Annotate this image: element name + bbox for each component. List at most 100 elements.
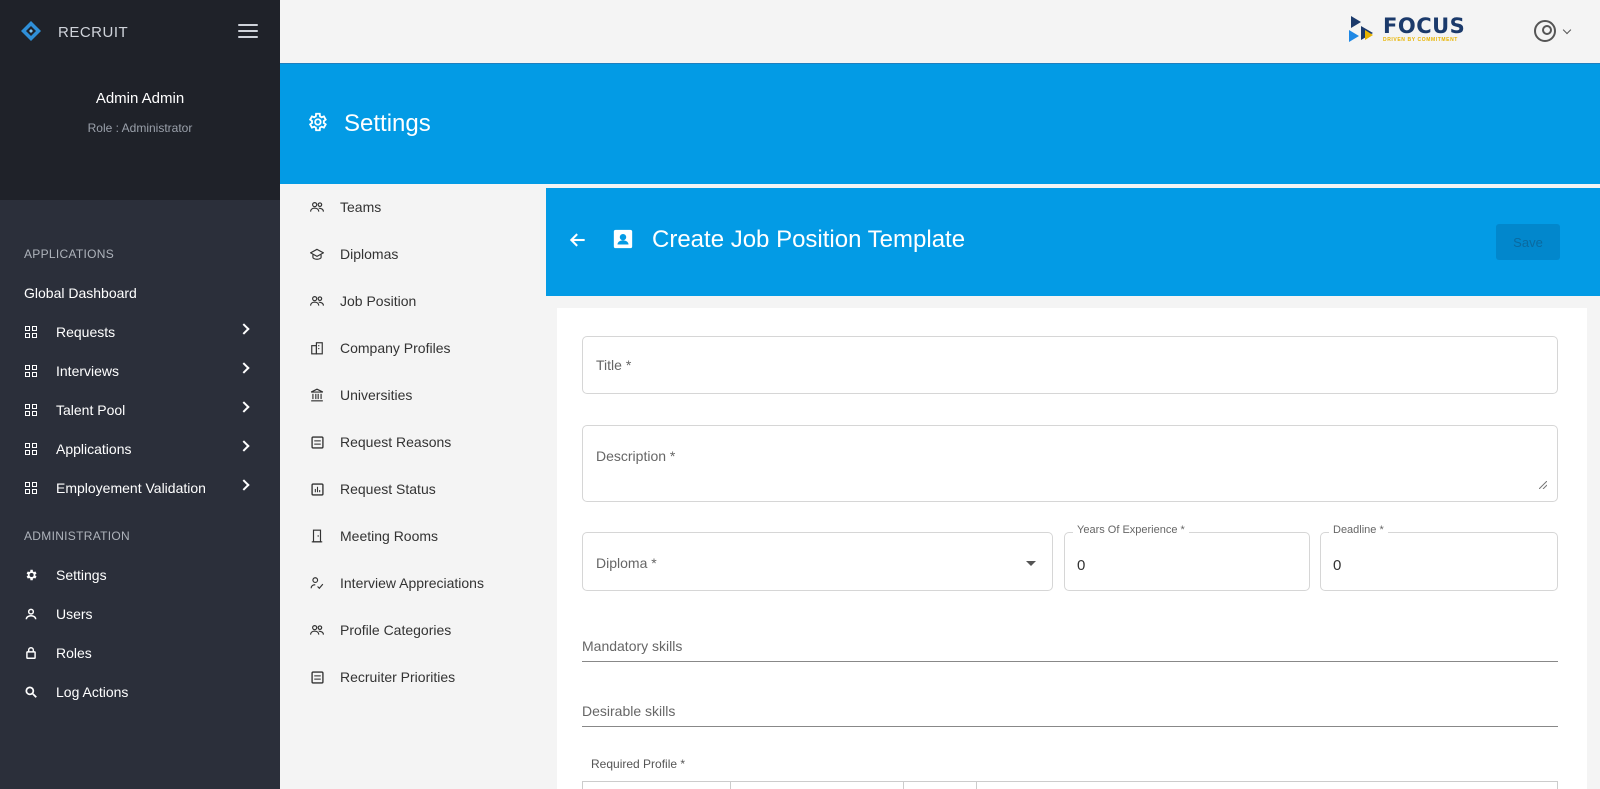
settings-nav-diplomas[interactable]: Diplomas	[280, 236, 546, 272]
mandatory-skills-placeholder: Mandatory skills	[582, 638, 683, 654]
years-of-experience-field[interactable]: Years Of Experience * 0	[1064, 524, 1310, 591]
grid-icon	[24, 403, 38, 417]
years-of-experience-label: Years Of Experience *	[1073, 524, 1189, 536]
recruit-logo-icon	[20, 20, 44, 44]
settings-nav-profile-categories[interactable]: Profile Categories	[280, 612, 546, 648]
chevron-right-icon	[238, 362, 250, 374]
sidebar-item-users[interactable]: Users	[0, 596, 280, 632]
mandatory-skills-field[interactable]: Mandatory skills	[582, 638, 1558, 662]
sidebar-item-employement-validation[interactable]: Employement Validation	[0, 470, 280, 506]
gear-icon	[306, 111, 328, 138]
settings-nav-label: Job Position	[340, 293, 417, 309]
deadline-field[interactable]: Deadline * 0	[1320, 524, 1558, 591]
gear-icon	[24, 568, 38, 582]
brand[interactable]: RECRUIT	[20, 20, 128, 44]
sidebar-item-label: Interviews	[56, 363, 120, 379]
form-title: Create Job Position Template	[652, 226, 966, 253]
person-check-icon	[310, 576, 324, 590]
user-role: Role : Administrator	[87, 121, 193, 135]
form-header: Create Job Position Template Save	[546, 188, 1600, 296]
deadline-label: Deadline *	[1329, 524, 1388, 536]
grid-icon	[24, 481, 38, 495]
door-icon	[310, 529, 324, 543]
sidebar-item-interviews[interactable]: Interviews	[0, 353, 280, 389]
sidebar-item-requests[interactable]: Requests	[0, 314, 280, 350]
required-profile-table	[582, 781, 1558, 789]
settings-nav-label: Recruiter Priorities	[340, 669, 456, 685]
list-icon	[310, 670, 324, 684]
sidebar-header: RECRUIT Admin Admin Role : Administrator	[0, 0, 280, 200]
settings-nav-company-profiles[interactable]: Company Profiles	[280, 330, 546, 366]
desirable-skills-placeholder: Desirable skills	[582, 703, 676, 719]
graduation-cap-icon	[310, 247, 324, 261]
grid-icon	[24, 442, 38, 456]
settings-header: Settings	[280, 64, 1600, 184]
sidebar-item-label: Employement Validation	[56, 480, 206, 496]
sidebar-item-label: Applications	[56, 441, 132, 457]
years-of-experience-value: 0	[1077, 557, 1086, 574]
settings-nav-label: Teams	[340, 199, 382, 215]
back-arrow-icon[interactable]	[568, 230, 588, 255]
page-title: Settings	[344, 110, 431, 137]
settings-nav-job-position[interactable]: Job Position	[280, 283, 546, 319]
settings-nav-label: Request Status	[340, 481, 436, 497]
diploma-select[interactable]: Diploma *	[582, 532, 1053, 591]
save-button[interactable]: Save	[1496, 224, 1560, 260]
chevron-right-icon	[238, 323, 250, 335]
list-icon	[310, 435, 324, 449]
account-icon	[1534, 20, 1556, 42]
sidebar-item-label: Talent Pool	[56, 402, 126, 418]
sidebar-item-label: Users	[56, 606, 93, 622]
user-icon	[24, 607, 38, 621]
title-placeholder: Title *	[596, 357, 632, 373]
section-applications: APPLICATIONS	[24, 247, 115, 261]
dropdown-arrow-icon	[1026, 561, 1036, 566]
settings-nav: Teams Diplomas Job Position Company Prof…	[280, 184, 546, 789]
building-icon	[310, 341, 324, 355]
settings-nav-meeting-rooms[interactable]: Meeting Rooms	[280, 518, 546, 554]
sidebar-item-log-actions[interactable]: Log Actions	[0, 674, 280, 710]
sidebar-item-global-dashboard[interactable]: Global Dashboard	[0, 275, 280, 311]
chevron-right-icon	[238, 440, 250, 452]
search-icon	[24, 685, 38, 699]
sidebar-item-settings[interactable]: Settings	[0, 557, 280, 593]
sidebar-item-talent-pool[interactable]: Talent Pool	[0, 392, 280, 428]
people-icon	[310, 200, 324, 214]
user-name: Admin Admin	[95, 90, 185, 107]
sidebar-item-label: Global Dashboard	[24, 285, 137, 301]
settings-nav-request-status[interactable]: Request Status	[280, 471, 546, 507]
settings-nav-label: Diplomas	[340, 246, 399, 262]
diploma-placeholder: Diploma *	[596, 555, 657, 571]
sidebar-item-label: Log Actions	[56, 684, 129, 700]
settings-nav-universities[interactable]: Universities	[280, 377, 546, 413]
settings-nav-recruiter-priorities[interactable]: Recruiter Priorities	[280, 659, 546, 695]
settings-nav-label: Company Profiles	[340, 340, 451, 356]
required-profile-label: Required Profile *	[591, 757, 686, 771]
settings-nav-label: Interview Appreciations	[340, 575, 484, 591]
account-menu[interactable]	[1534, 20, 1572, 42]
topbar: FOCUS DRIVEN BY COMMITMENT	[280, 0, 1600, 64]
description-field[interactable]: Description *	[582, 425, 1558, 502]
deadline-value: 0	[1333, 557, 1342, 574]
brand-name: RECRUIT	[58, 23, 129, 41]
chevron-right-icon	[238, 479, 250, 491]
resize-grip-icon[interactable]	[1539, 481, 1547, 489]
desirable-skills-field[interactable]: Desirable skills	[582, 703, 1558, 727]
sidebar-item-label: Requests	[56, 324, 116, 340]
sidebar-item-roles[interactable]: Roles	[0, 635, 280, 671]
settings-nav-teams[interactable]: Teams	[280, 189, 546, 225]
grid-icon	[24, 364, 38, 378]
settings-nav-request-reasons[interactable]: Request Reasons	[280, 424, 546, 460]
institution-icon	[310, 388, 324, 402]
settings-nav-label: Profile Categories	[340, 622, 452, 638]
title-field[interactable]: Title *	[582, 336, 1558, 394]
settings-nav-interview-appreciations[interactable]: Interview Appreciations	[280, 565, 546, 601]
settings-nav-label: Meeting Rooms	[340, 528, 439, 544]
sidebar-item-label: Settings	[56, 567, 107, 583]
sidebar-item-applications[interactable]: Applications	[0, 431, 280, 467]
settings-nav-label: Universities	[340, 387, 413, 403]
chevron-down-icon	[1562, 25, 1572, 34]
chart-icon	[310, 482, 324, 496]
menu-icon[interactable]	[238, 24, 258, 40]
grid-icon	[24, 325, 38, 339]
